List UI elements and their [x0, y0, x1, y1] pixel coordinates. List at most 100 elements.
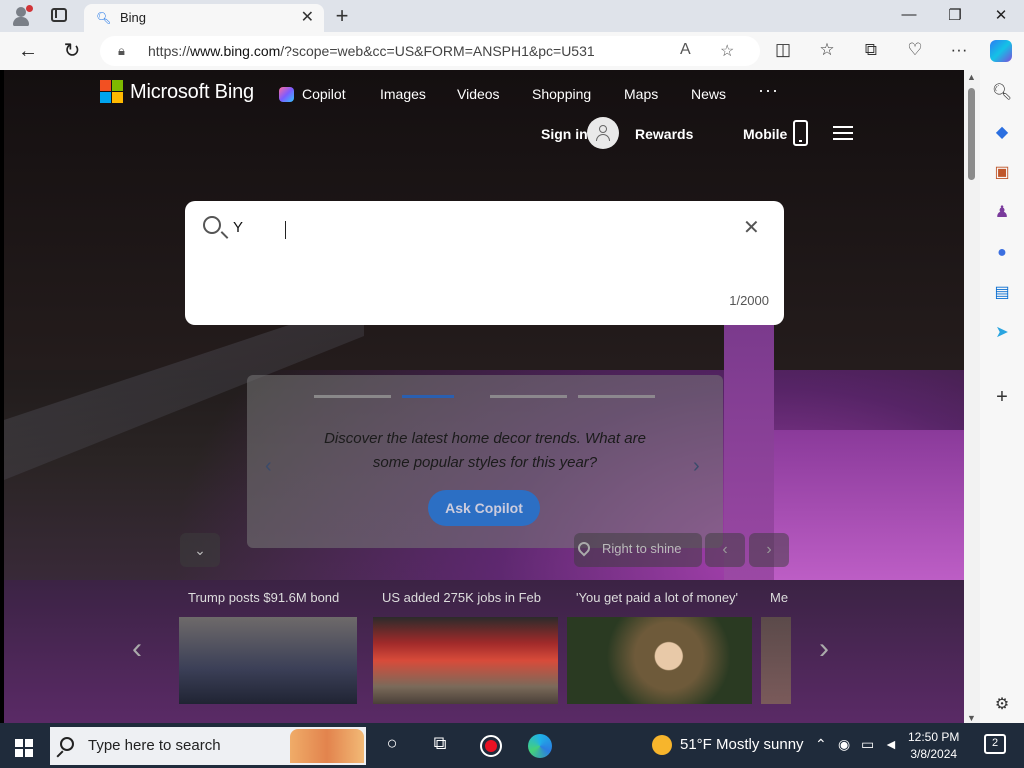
chevron-right-icon[interactable]: › [693, 455, 700, 478]
windows-start-icon[interactable] [15, 739, 33, 757]
search-box[interactable]: ✕ 1/2000 [185, 201, 784, 325]
notification-icon[interactable]: 2 [984, 734, 1006, 754]
rewards-link[interactable]: Rewards [635, 126, 693, 142]
news-next-icon[interactable]: › [819, 632, 829, 666]
news-headline-3[interactable]: 'You get paid a lot of money' [576, 590, 738, 605]
nav-images[interactable]: Images [380, 86, 426, 102]
scrollbar-thumb[interactable] [968, 88, 975, 180]
tray-volume-icon[interactable]: ◄ [884, 736, 898, 752]
menu-icon[interactable] [833, 126, 853, 140]
nav-more-icon[interactable]: ··· [758, 80, 779, 101]
image-caption: Right to shine [602, 541, 682, 556]
clear-icon[interactable]: ✕ [743, 215, 760, 240]
tab-bing[interactable]: 🔍︎ Bing ✕ [84, 4, 324, 32]
sidebar-outlook-icon[interactable]: ▤ [991, 282, 1013, 304]
next-image-button[interactable]: › [749, 533, 789, 567]
collections-icon[interactable]: ⧉ [860, 40, 882, 60]
page-scrollbar[interactable]: ▲ ▼ [964, 70, 980, 723]
scroll-up-icon[interactable]: ▲ [967, 72, 976, 82]
scroll-down-icon[interactable]: ▼ [967, 713, 976, 723]
sidebar-add-icon[interactable]: + [991, 386, 1013, 408]
sidebar-search-icon[interactable]: 🔍︎ [991, 82, 1013, 104]
nav-copilot[interactable]: Copilot [302, 86, 346, 102]
nav-news[interactable]: News [691, 86, 726, 102]
mobile-link[interactable]: Mobile [743, 126, 787, 142]
refresh-icon[interactable]: ↻ [60, 39, 84, 63]
avatar-icon[interactable] [587, 117, 619, 149]
sidebar-games-icon[interactable]: ♟ [991, 202, 1013, 224]
sidebar-tools-icon[interactable]: ▣ [991, 162, 1013, 184]
phone-icon[interactable] [793, 120, 808, 146]
profile-icon[interactable] [10, 5, 33, 27]
news-headline-4[interactable]: Me [770, 590, 788, 605]
background-building [774, 430, 964, 590]
news-image-1[interactable] [179, 617, 357, 704]
weather-sun-icon [652, 735, 672, 755]
address-bar[interactable]: 🔒︎ https://www.bing.com/?scope=web&cc=US… [100, 36, 760, 66]
char-counter: 1/2000 [729, 293, 769, 308]
tray-chevron-icon[interactable]: ⌃ [815, 736, 827, 753]
close-window-icon[interactable]: ✕ [989, 6, 1013, 24]
sidebar-settings-icon[interactable]: ⚙ [991, 694, 1013, 716]
sidebar-shopping-icon[interactable]: ◆ [991, 122, 1013, 144]
nav-maps[interactable]: Maps [624, 86, 658, 102]
favorite-star-icon[interactable]: ☆ [720, 41, 734, 61]
image-info[interactable]: Right to shine [574, 533, 702, 567]
location-pin-icon [575, 539, 593, 557]
news-image-2[interactable] [373, 617, 558, 704]
lock-icon[interactable]: 🔒︎ [118, 43, 125, 59]
browser-toolbar: ← ↻ 🔒︎ https://www.bing.com/?scope=web&c… [0, 32, 1024, 70]
news-headline-1[interactable]: Trump posts $91.6M bond [188, 590, 339, 605]
search-input[interactable] [231, 215, 711, 239]
nav-shopping[interactable]: Shopping [532, 86, 591, 102]
carousel-step[interactable] [314, 395, 391, 398]
carousel-step[interactable] [578, 395, 655, 398]
taskbar-clock[interactable]: 12:50 PM 3/8/2024 [908, 729, 959, 763]
tray-network-icon[interactable]: ▭ [861, 736, 874, 753]
close-tab-icon[interactable]: ✕ [301, 7, 314, 27]
clock-time: 12:50 PM [908, 730, 960, 744]
tray-meet-icon[interactable]: ◉ [838, 736, 850, 753]
more-options-icon[interactable]: ··· [948, 40, 970, 60]
text-cursor [285, 221, 291, 239]
nav-videos[interactable]: Videos [457, 86, 500, 102]
browser-essentials-icon[interactable]: ♡ [904, 40, 926, 60]
read-aloud-icon[interactable]: A [680, 41, 691, 59]
carousel-step-active[interactable] [402, 395, 454, 398]
chevron-left-icon[interactable]: ‹ [265, 455, 272, 478]
carousel-step[interactable] [490, 395, 567, 398]
copilot-sidebar-icon[interactable] [990, 40, 1012, 62]
new-tab-icon[interactable]: + [330, 3, 354, 29]
sidebar-send-icon[interactable]: ➤ [991, 322, 1013, 344]
news-image-4[interactable] [761, 617, 791, 704]
news-image-3[interactable] [567, 617, 752, 704]
chevron-down-icon[interactable]: ⌄ [180, 533, 220, 567]
search-highlight-art [290, 729, 364, 763]
copilot-question: Discover the latest home decor trends. W… [324, 430, 646, 471]
weather-text[interactable]: 51°F Mostly sunny [680, 736, 804, 753]
browser-titlebar: 🔍︎ Bing ✕ + — ❐ ✕ [0, 0, 1024, 32]
task-view-icon[interactable]: ⧉ [428, 733, 452, 754]
search-icon [203, 216, 221, 234]
restore-icon[interactable]: ❐ [943, 6, 967, 24]
favorites-icon[interactable]: ☆ [816, 40, 838, 60]
taskbar-search-placeholder: Type here to search [88, 737, 221, 754]
minimize-icon[interactable]: — [897, 6, 921, 23]
news-headline-2[interactable]: US added 275K jobs in Feb [382, 590, 541, 605]
tab-title: Bing [120, 10, 147, 25]
news-prev-icon[interactable]: ‹ [132, 632, 142, 666]
sidebar-m365-icon[interactable]: ● [991, 242, 1013, 264]
ask-copilot-button[interactable]: Ask Copilot [428, 490, 540, 526]
back-icon[interactable]: ← [16, 39, 40, 63]
recorder-icon[interactable] [480, 735, 502, 757]
taskbar-search[interactable]: Type here to search [50, 727, 366, 765]
sign-in-link[interactable]: Sign in [541, 126, 588, 142]
address-url[interactable]: https://www.bing.com/?scope=web&cc=US&FO… [148, 43, 595, 59]
background-tower [724, 320, 774, 620]
previous-image-button[interactable]: ‹ [705, 533, 745, 567]
cortana-icon[interactable]: ○ [380, 733, 404, 754]
edge-app-icon[interactable] [528, 734, 552, 758]
split-screen-icon[interactable]: ◫ [772, 40, 794, 60]
tab-actions-icon[interactable] [51, 8, 67, 22]
clock-date: 3/8/2024 [910, 747, 958, 761]
